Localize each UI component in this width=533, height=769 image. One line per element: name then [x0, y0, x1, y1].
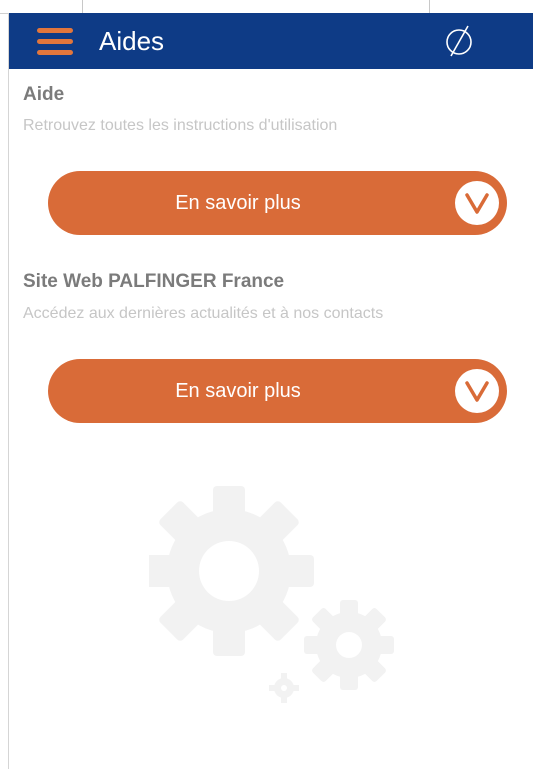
- chevron-down-circle-icon: [455, 181, 499, 225]
- site-web-more-button[interactable]: En savoir plus: [48, 359, 507, 423]
- section-subtitle-aide: Retrouvez toutes les instructions d'util…: [23, 117, 338, 134]
- background-window-strip: [0, 0, 533, 14]
- button-label: En savoir plus: [175, 380, 301, 402]
- hamburger-menu-icon[interactable]: [37, 23, 75, 59]
- app-header: Aides: [9, 13, 533, 69]
- menu-bar: [37, 49, 73, 55]
- page-title: Aides: [99, 26, 165, 56]
- gears-icon: [144, 483, 409, 703]
- aide-more-button[interactable]: En savoir plus: [48, 171, 507, 235]
- menu-bar: [37, 38, 73, 44]
- section-title-site-web: Site Web PALFINGER France: [23, 271, 285, 292]
- section-title-aide: Aide: [23, 84, 65, 105]
- section-subtitle-site-web: Accédez aux dernières actualités et à no…: [23, 305, 384, 322]
- background-divider: [82, 0, 83, 13]
- chevron-down-circle-icon: [455, 369, 499, 413]
- empty-set-icon[interactable]: [442, 23, 476, 59]
- background-divider: [429, 0, 430, 13]
- menu-bar: [37, 27, 73, 33]
- app-screen: Aides Aide Retrouvez toutes les instruct…: [8, 13, 533, 769]
- button-label: En savoir plus: [175, 192, 301, 214]
